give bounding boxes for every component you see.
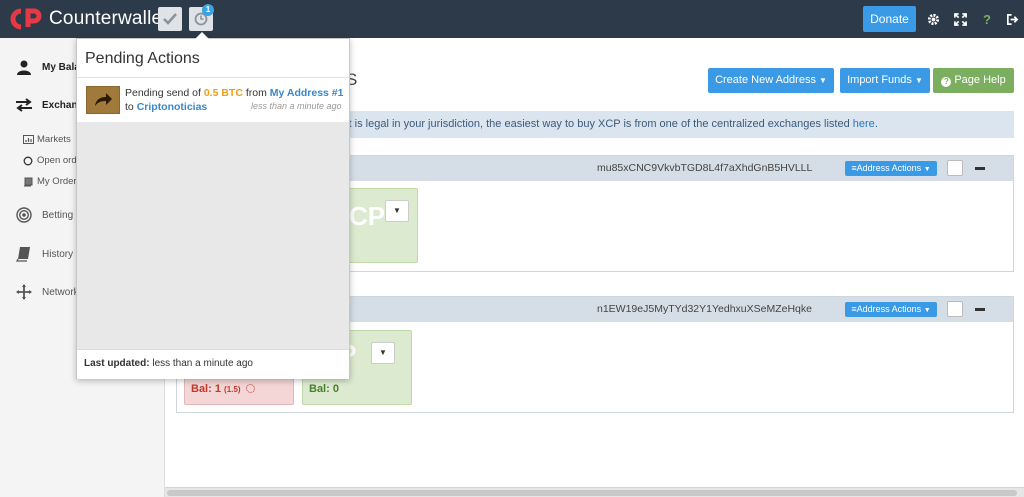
counterparty-logo-icon[interactable]: [10, 8, 44, 30]
sidebar-item-label: My Bala: [42, 61, 80, 73]
logout-icon: [1006, 13, 1018, 25]
network-icon: [14, 283, 34, 301]
address-text: n1EW19eJ5MyTYd32Y1YedhxuXSeMZeHqke: [597, 303, 812, 315]
address-actions-button[interactable]: ≡Address Actions ▼: [845, 302, 937, 317]
address-actions-button[interactable]: ≡Address Actions ▼: [845, 161, 937, 176]
send-amount: 0.5 BTC: [203, 87, 243, 99]
help-button[interactable]: ?: [978, 10, 996, 28]
caret-down-icon: ▼: [914, 76, 923, 85]
scrollbar-thumb[interactable]: [167, 490, 1017, 496]
check-icon: [163, 13, 177, 25]
horizontal-scrollbar[interactable]: [165, 487, 1024, 497]
caret-down-icon: ▼: [393, 206, 401, 215]
sidebar-item-label: My Order: [37, 176, 77, 187]
send-arrow-icon: [86, 86, 120, 114]
caret-down-icon: ▼: [923, 166, 931, 173]
exchange-icon: [14, 96, 34, 114]
pending-action-time: less than a minute ago: [251, 101, 342, 111]
sidebar-item-label: Open ord: [37, 155, 77, 166]
pending-actions-popover: Pending Actions Pending send of 0.5 BTC …: [76, 32, 350, 379]
footer-value: less than a minute ago: [152, 358, 253, 369]
button-label: Import Funds: [847, 74, 912, 86]
popover-footer: Last updated: less than a minute ago: [77, 349, 349, 379]
question-icon: ?: [983, 11, 991, 27]
sidebar-item-markets[interactable]: Markets: [22, 134, 71, 145]
settings-button[interactable]: [924, 10, 942, 28]
caret-down-icon: ▼: [379, 348, 387, 357]
minimize-icon[interactable]: [975, 167, 985, 170]
book-icon: [22, 177, 34, 187]
asset-name: CP: [349, 201, 386, 231]
pending-count-badge: 1: [202, 4, 214, 16]
brand-name[interactable]: Counterwallet: [49, 8, 168, 30]
button-label: Create New Address: [715, 74, 816, 86]
button-label: Page Help: [954, 74, 1006, 86]
text-fragment: Pending send of: [125, 87, 204, 99]
expand-icon: [953, 12, 967, 26]
address-select-checkbox[interactable]: [947, 160, 963, 176]
footer-label: Last updated:: [84, 358, 150, 369]
logout-button[interactable]: [1003, 10, 1021, 28]
address-select-checkbox[interactable]: [947, 301, 963, 317]
caret-down-icon: ▼: [819, 76, 827, 85]
btc-balance: Bal: 1 (1.5): [191, 383, 255, 395]
bar-chart-icon: [22, 135, 34, 145]
sidebar-item-history[interactable]: History: [14, 245, 73, 263]
question-circle-icon: ?: [941, 77, 952, 87]
info-text-end: .: [874, 118, 878, 130]
history-book-icon: [14, 245, 34, 263]
sidebar-item-network[interactable]: Network: [14, 283, 79, 301]
sidebar-item-label: Network: [42, 286, 79, 298]
asset-dropdown-button[interactable]: ▼: [371, 342, 395, 364]
confirmed-actions-button[interactable]: [158, 7, 182, 31]
balance-label: Bal: 1: [191, 383, 221, 395]
popover-body: [77, 122, 349, 349]
circle-icon: [22, 156, 34, 166]
target-icon: [14, 206, 34, 224]
user-icon: [14, 58, 34, 76]
sidebar-item-label: Betting: [42, 209, 74, 221]
caret-down-icon: ▼: [923, 307, 931, 314]
sidebar-item-label: Markets: [37, 134, 71, 145]
page-help-button[interactable]: ? Page Help: [933, 68, 1014, 93]
sidebar-item-my-balances[interactable]: My Bala: [14, 58, 80, 76]
pending-balance: (1.5): [224, 385, 241, 394]
spinner-icon: [245, 384, 255, 393]
sidebar-item-open-orders[interactable]: Open ord: [22, 155, 77, 166]
button-label: Address Actions: [856, 163, 922, 173]
minimize-icon[interactable]: [975, 308, 985, 311]
text-fragment: from: [242, 87, 270, 99]
popover-title: Pending Actions: [85, 50, 200, 67]
sidebar-item-betting[interactable]: Betting: [14, 206, 73, 224]
info-text: t it is legal in your jurisdiction, the …: [340, 118, 853, 130]
pending-action-item[interactable]: Pending send of 0.5 BTC from My Address …: [77, 78, 349, 122]
button-label: Address Actions: [856, 304, 922, 314]
popover-arrow: [195, 32, 209, 39]
gear-icon: [927, 13, 939, 25]
top-navbar: Counterwallet 1 Donate ?: [0, 0, 1024, 38]
text-fragment: to: [125, 101, 137, 113]
asset-balance: Bal: 0: [309, 383, 339, 395]
exchanges-link[interactable]: here: [853, 118, 875, 130]
sidebar-item-exchange[interactable]: Exchang: [14, 96, 84, 114]
donate-button[interactable]: Donate: [863, 6, 916, 32]
address-text: mu85xCNC9VkvbTGD8L4f7aXhdGnB5HVLLL: [597, 162, 813, 174]
import-funds-button[interactable]: Import Funds ▼: [840, 68, 930, 93]
sidebar-item-my-orders[interactable]: My Order: [22, 176, 77, 187]
source-address-link[interactable]: My Address #1: [270, 87, 344, 99]
create-new-address-button[interactable]: Create New Address ▼: [708, 68, 834, 93]
asset-dropdown-button[interactable]: ▼: [385, 200, 409, 222]
destination-link[interactable]: Criptonoticias: [137, 101, 208, 113]
fullscreen-button[interactable]: [951, 10, 969, 28]
sidebar-item-label: History: [42, 248, 74, 260]
